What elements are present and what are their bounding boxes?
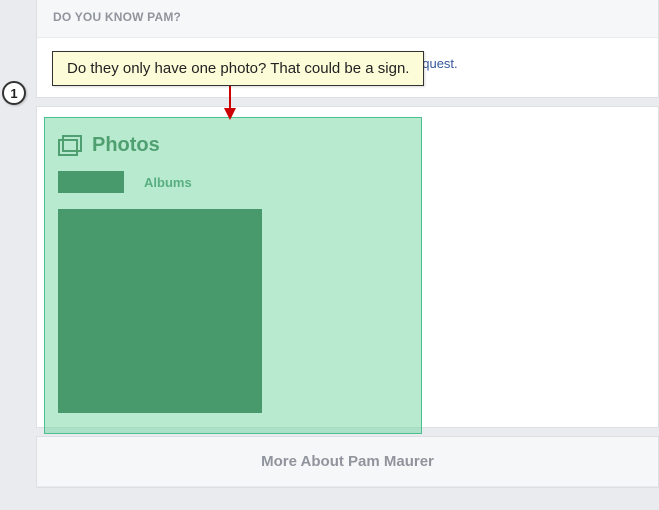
more-about-band: More About Pam Maurer xyxy=(37,437,658,487)
photos-title[interactable]: Photos xyxy=(92,134,160,157)
annotation-step-marker: 1 xyxy=(2,81,26,105)
photos-tab-albums[interactable]: Albums xyxy=(144,175,192,190)
photos-section: Photos Albums xyxy=(58,130,408,413)
annotation-callout-text: Do they only have one photo? That could … xyxy=(67,60,409,77)
photos-tab-active[interactable] xyxy=(58,171,124,193)
annotation-step-number: 1 xyxy=(10,86,17,101)
photos-tabs-row: Albums xyxy=(58,167,408,203)
annotation-callout: Do they only have one photo? That could … xyxy=(52,51,424,86)
more-about-title: More About Pam Maurer xyxy=(261,453,434,470)
know-user-title: DO YOU KNOW PAM? xyxy=(53,10,181,24)
know-user-header: DO YOU KNOW PAM? xyxy=(37,0,658,38)
photos-heading-row: Photos xyxy=(58,130,408,167)
photo-thumbnail[interactable] xyxy=(58,209,262,413)
more-about-card: More About Pam Maurer xyxy=(36,436,659,488)
photos-icon xyxy=(58,135,82,157)
